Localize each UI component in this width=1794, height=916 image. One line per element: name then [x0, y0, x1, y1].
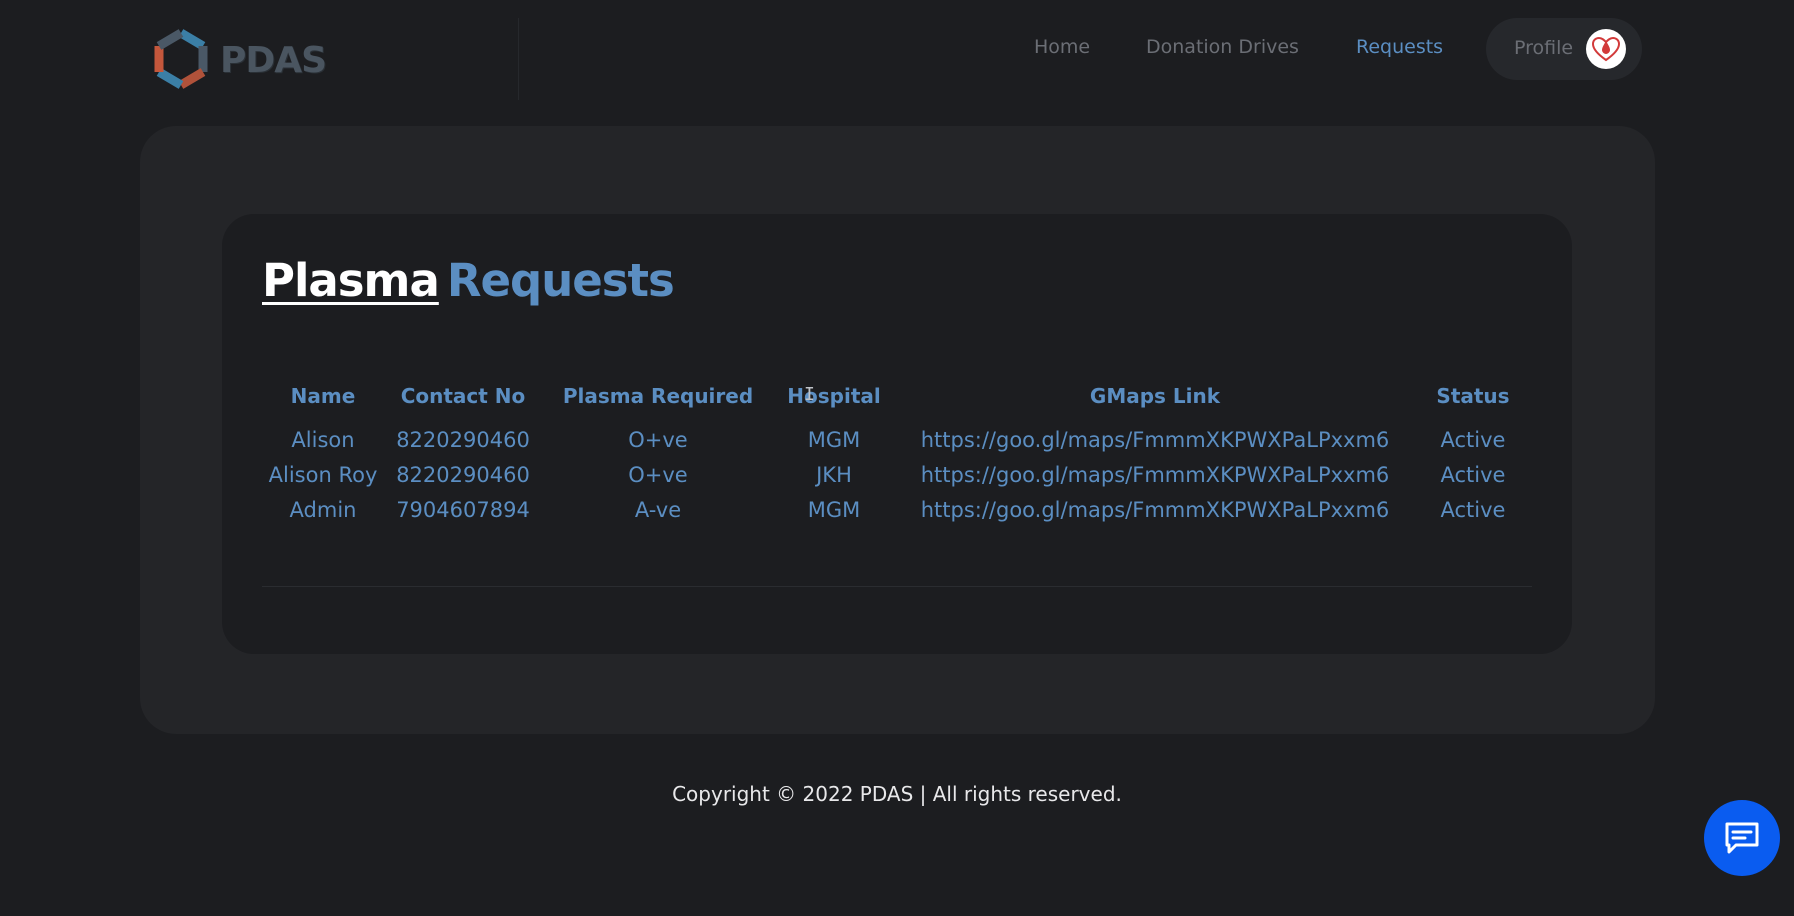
table-cell-contact: 7904607894 — [396, 498, 530, 522]
table-cell-status: Active — [1440, 463, 1506, 487]
gmaps-link[interactable]: https://goo.gl/maps/FmmmXKPWXPaLPxxm6 — [921, 498, 1390, 522]
table-cell-plasma: A-ve — [634, 498, 682, 522]
col-header-plasma: Plasma Required — [562, 384, 754, 408]
gmaps-link[interactable]: https://goo.gl/maps/FmmmXKPWXPaLPxxm6 — [921, 463, 1390, 487]
table-cell-name: Admin — [289, 498, 357, 522]
table-cell-plasma: O+ve — [628, 428, 688, 452]
profile-label: Profile — [1514, 37, 1574, 59]
logo-text: PDAS — [220, 39, 327, 81]
col-header-contact: Contact No — [400, 384, 526, 408]
page-title-primary: Plasma — [262, 254, 440, 307]
logo[interactable]: PDAS — [148, 26, 327, 94]
table-cell-name: Alison — [291, 428, 355, 452]
nav-requests-link[interactable]: Requests — [1356, 36, 1443, 58]
blood-drop-heart-icon — [1591, 36, 1621, 62]
table-cell-hospital: JKH — [816, 463, 852, 487]
col-header-status: Status — [1436, 384, 1510, 408]
gmaps-link[interactable]: https://goo.gl/maps/FmmmXKPWXPaLPxxm6 — [921, 428, 1390, 452]
pdas-logo-icon — [154, 29, 208, 89]
table-cell-gmaps: https://goo.gl/maps/FmmmXKPWXPaLPxxm6 — [921, 498, 1390, 522]
page: PDAS Home Donation Drives Requests Profi… — [0, 0, 1794, 916]
header-divider — [518, 18, 519, 100]
avatar — [1586, 29, 1626, 69]
table-cell-name: Alison Roy — [268, 463, 378, 487]
col-header-gmaps: GMaps Link — [1089, 384, 1221, 408]
footer: Copyright © 2022 PDAS | All rights reser… — [0, 782, 1794, 806]
page-title-secondary: Requests — [446, 254, 675, 307]
table-cell-plasma: O+ve — [628, 463, 688, 487]
profile-button[interactable]: Profile — [1486, 18, 1642, 80]
col-header-name: Name — [290, 384, 356, 408]
table-cell-hospital: MGM — [807, 498, 861, 522]
header: PDAS Home Donation Drives Requests Profi… — [0, 0, 1794, 100]
col-header-hospital: Hospital — [787, 384, 881, 408]
nav-home-link[interactable]: Home — [1034, 36, 1090, 58]
table-cell-hospital: MGM — [807, 428, 861, 452]
table-cell-gmaps: https://goo.gl/maps/FmmmXKPWXPaLPxxm6 — [921, 428, 1390, 452]
table-cell-gmaps: https://goo.gl/maps/FmmmXKPWXPaLPxxm6 — [921, 463, 1390, 487]
content-panel: Plasma Requests Name Contact No Plasma Re… — [140, 126, 1655, 734]
chat-bubble-icon — [1725, 822, 1759, 854]
requests-card: Plasma Requests Name Contact No Plasma Re… — [222, 214, 1572, 654]
table-cell-status: Active — [1440, 428, 1506, 452]
table-divider — [262, 586, 1532, 587]
table-cell-contact: 8220290460 — [396, 428, 530, 452]
table-cell-status: Active — [1440, 498, 1506, 522]
chat-button[interactable] — [1704, 800, 1780, 876]
table-cell-contact: 8220290460 — [396, 463, 530, 487]
copyright-text: Copyright © 2022 PDAS | All rights reser… — [672, 782, 1122, 806]
text-cursor-icon: I — [804, 384, 815, 405]
page-title: Plasma Requests — [262, 254, 675, 307]
nav-donation-drives-link[interactable]: Donation Drives — [1146, 36, 1299, 58]
